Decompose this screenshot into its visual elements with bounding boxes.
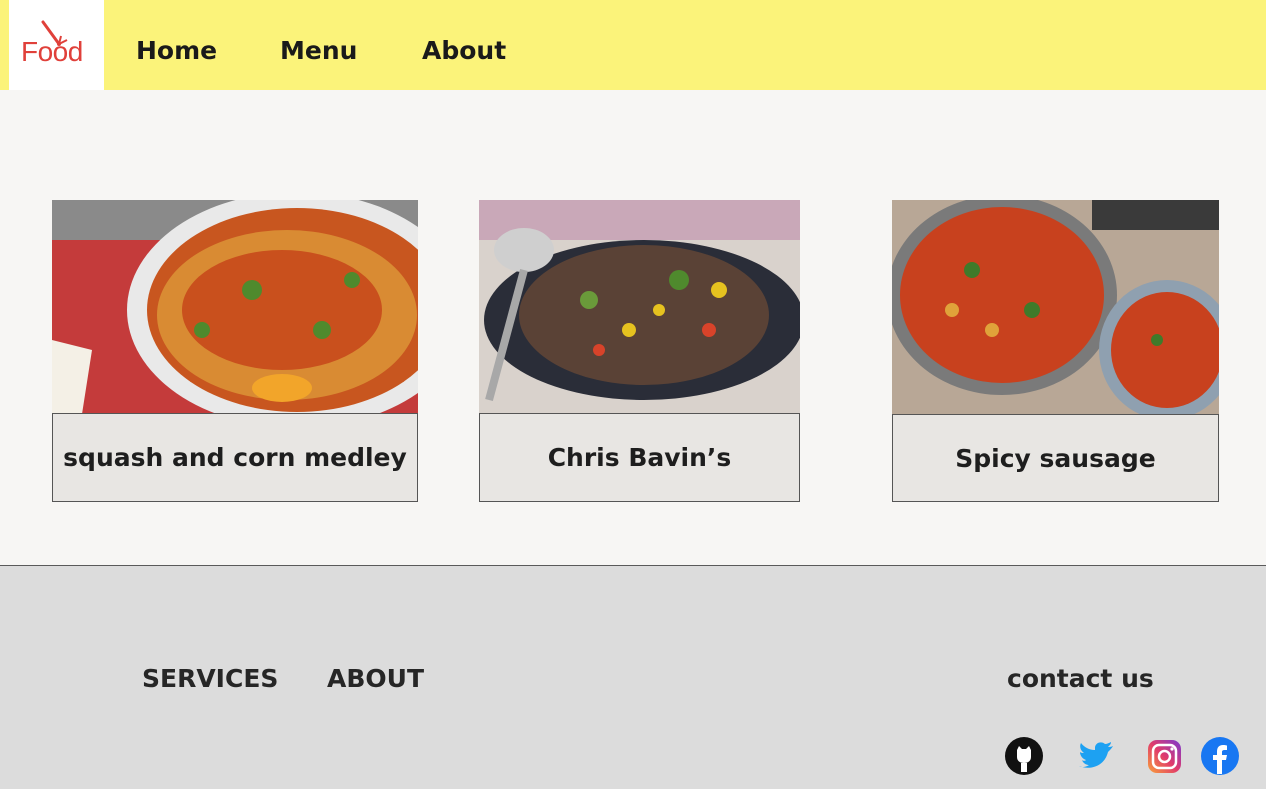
footer-about-link[interactable]: ABOUT [327,664,424,693]
nav-about[interactable]: About [422,36,506,65]
spaghetti-bolognese-photo [52,200,418,414]
instagram-icon[interactable] [1145,736,1185,776]
logo[interactable]: Food [9,0,104,90]
footer-services-link[interactable]: SERVICES [142,664,278,693]
footer-contact-link[interactable]: contact us [1007,664,1154,693]
top-navbar: Food Home Menu About [0,0,1266,90]
grain-salad-photo [479,200,800,414]
footer: SERVICES ABOUT contact us [0,565,1266,789]
sausage-pasta-photo [892,200,1219,414]
twitter-icon[interactable] [1076,736,1116,776]
github-icon[interactable] [1004,736,1044,776]
nav-home[interactable]: Home [136,36,217,65]
logo-text: Food [21,36,83,67]
card-caption: squash and corn medley [52,413,418,502]
card-caption: Chris Bavin’s [479,413,800,502]
card-caption: Spicy sausage [892,414,1219,502]
nav-menu[interactable]: Menu [280,36,357,65]
facebook-icon[interactable] [1200,736,1240,776]
